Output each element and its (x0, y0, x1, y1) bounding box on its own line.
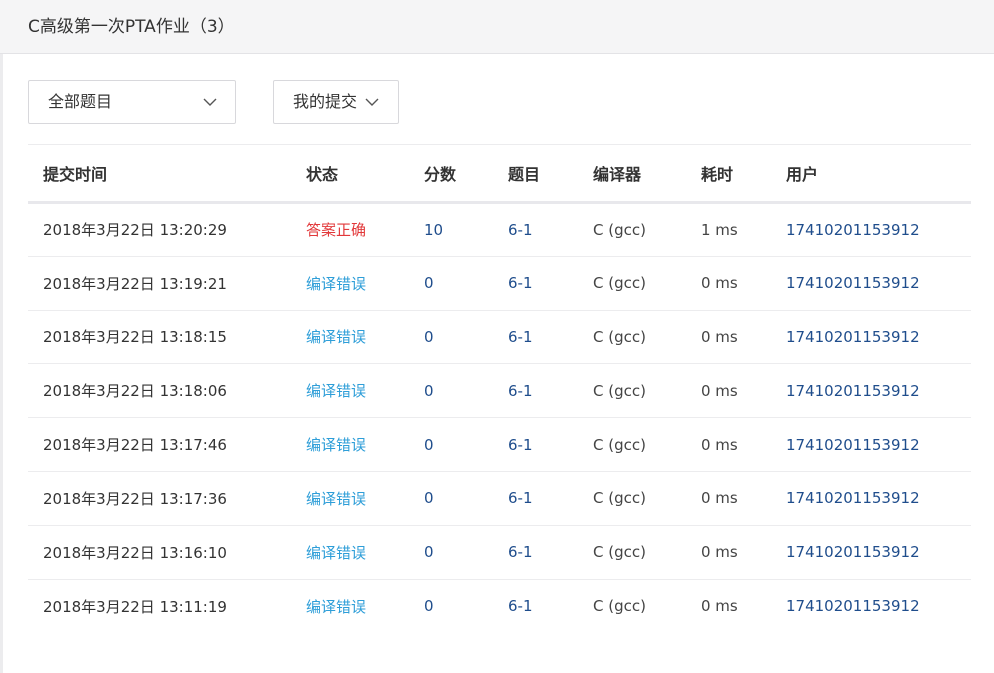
score: 0 (424, 381, 434, 400)
user-link[interactable]: 17410201153912 (771, 203, 971, 257)
score: 0 (424, 327, 434, 346)
status-compile-error[interactable]: 编译错误 (291, 364, 409, 418)
compiler: C (gcc) (593, 381, 646, 400)
status-compile-error[interactable]: 编译错误 (291, 525, 409, 579)
compiler: C (gcc) (593, 327, 646, 346)
submit-time: 2018年3月22日 13:16:10 (43, 543, 227, 562)
problem-link[interactable]: 6-1 (493, 203, 578, 257)
user-link[interactable]: 17410201153912 (771, 418, 971, 472)
submission-filter-select[interactable]: 我的提交 (273, 80, 399, 124)
table-row: 2018年3月22日 13:18:15 编译错误 0 6-1 C (gcc) 0… (28, 310, 971, 364)
submit-time: 2018年3月22日 13:17:36 (43, 489, 227, 508)
compiler: C (gcc) (593, 274, 646, 293)
duration: 0 ms (701, 327, 738, 346)
submit-time: 2018年3月22日 13:11:19 (43, 597, 227, 616)
score: 0 (424, 597, 434, 616)
submit-time: 2018年3月22日 13:18:15 (43, 328, 227, 347)
duration: 0 ms (701, 435, 738, 454)
submit-time: 2018年3月22日 13:18:06 (43, 382, 227, 401)
user-link[interactable]: 17410201153912 (771, 525, 971, 579)
problem-link[interactable]: 6-1 (493, 256, 578, 310)
submissions-table: 提交时间 状态 分数 题目 编译器 耗时 用户 2018年3月22日 13:20… (28, 144, 971, 633)
score: 0 (424, 435, 434, 454)
duration: 0 ms (701, 489, 738, 508)
score: 10 (424, 220, 444, 239)
compiler: C (gcc) (593, 489, 646, 508)
chevron-down-icon (365, 98, 379, 106)
problem-link[interactable]: 6-1 (493, 310, 578, 364)
submission-filter-label: 我的提交 (293, 92, 358, 111)
page-title: C高级第一次PTA作业（3） (28, 17, 235, 37)
column-header-user[interactable]: 用户 (771, 145, 971, 203)
column-header-compiler[interactable]: 编译器 (578, 145, 686, 203)
table-row: 2018年3月22日 13:11:19 编译错误 0 6-1 C (gcc) 0… (28, 579, 971, 633)
status-accepted[interactable]: 答案正确 (291, 203, 409, 257)
column-header-score[interactable]: 分数 (409, 145, 493, 203)
user-link[interactable]: 17410201153912 (771, 256, 971, 310)
problem-filter-label: 全部题目 (48, 92, 113, 111)
score: 0 (424, 543, 434, 562)
submit-time: 2018年3月22日 13:20:29 (43, 221, 227, 240)
problem-link[interactable]: 6-1 (493, 525, 578, 579)
user-link[interactable]: 17410201153912 (771, 579, 971, 633)
score: 0 (424, 489, 434, 508)
column-header-duration[interactable]: 耗时 (686, 145, 771, 203)
duration: 0 ms (701, 381, 738, 400)
table-row: 2018年3月22日 13:16:10 编译错误 0 6-1 C (gcc) 0… (28, 525, 971, 580)
compiler: C (gcc) (593, 435, 646, 454)
table-row: 2018年3月22日 13:20:29 答案正确 10 6-1 C (gcc) … (28, 203, 971, 257)
duration: 0 ms (701, 274, 738, 293)
table-row: 2018年3月22日 13:19:21 编译错误 0 6-1 C (gcc) 0… (28, 256, 971, 311)
score: 0 (424, 274, 434, 293)
compiler: C (gcc) (593, 543, 646, 562)
column-header-time[interactable]: 提交时间 (28, 145, 291, 203)
user-link[interactable]: 17410201153912 (771, 310, 971, 364)
table-row: 2018年3月22日 13:18:06 编译错误 0 6-1 C (gcc) 0… (28, 364, 971, 418)
table-row: 2018年3月22日 13:17:46 编译错误 0 6-1 C (gcc) 0… (28, 418, 971, 472)
problem-link[interactable]: 6-1 (493, 364, 578, 418)
user-link[interactable]: 17410201153912 (771, 471, 971, 525)
chevron-down-icon (203, 98, 217, 106)
compiler: C (gcc) (593, 220, 646, 239)
status-compile-error[interactable]: 编译错误 (291, 256, 409, 310)
left-border (0, 54, 3, 673)
submit-time: 2018年3月22日 13:19:21 (43, 274, 227, 293)
problem-filter-select[interactable]: 全部题目 (28, 80, 236, 124)
problem-link[interactable]: 6-1 (493, 471, 578, 525)
status-compile-error[interactable]: 编译错误 (291, 418, 409, 472)
table-row: 2018年3月22日 13:17:36 编译错误 0 6-1 C (gcc) 0… (28, 471, 971, 526)
header-bar: C高级第一次PTA作业（3） (0, 0, 994, 54)
problem-link[interactable]: 6-1 (493, 579, 578, 633)
column-header-status[interactable]: 状态 (291, 145, 409, 203)
status-compile-error[interactable]: 编译错误 (291, 310, 409, 364)
problem-link[interactable]: 6-1 (493, 418, 578, 472)
compiler: C (gcc) (593, 597, 646, 616)
user-link[interactable]: 17410201153912 (771, 364, 971, 418)
table-header-row: 提交时间 状态 分数 题目 编译器 耗时 用户 (28, 144, 971, 203)
duration: 1 ms (701, 220, 738, 239)
duration: 0 ms (701, 543, 738, 562)
status-compile-error[interactable]: 编译错误 (291, 579, 409, 633)
status-compile-error[interactable]: 编译错误 (291, 471, 409, 525)
submit-time: 2018年3月22日 13:17:46 (43, 436, 227, 455)
duration: 0 ms (701, 597, 738, 616)
column-header-problem[interactable]: 题目 (493, 145, 578, 203)
